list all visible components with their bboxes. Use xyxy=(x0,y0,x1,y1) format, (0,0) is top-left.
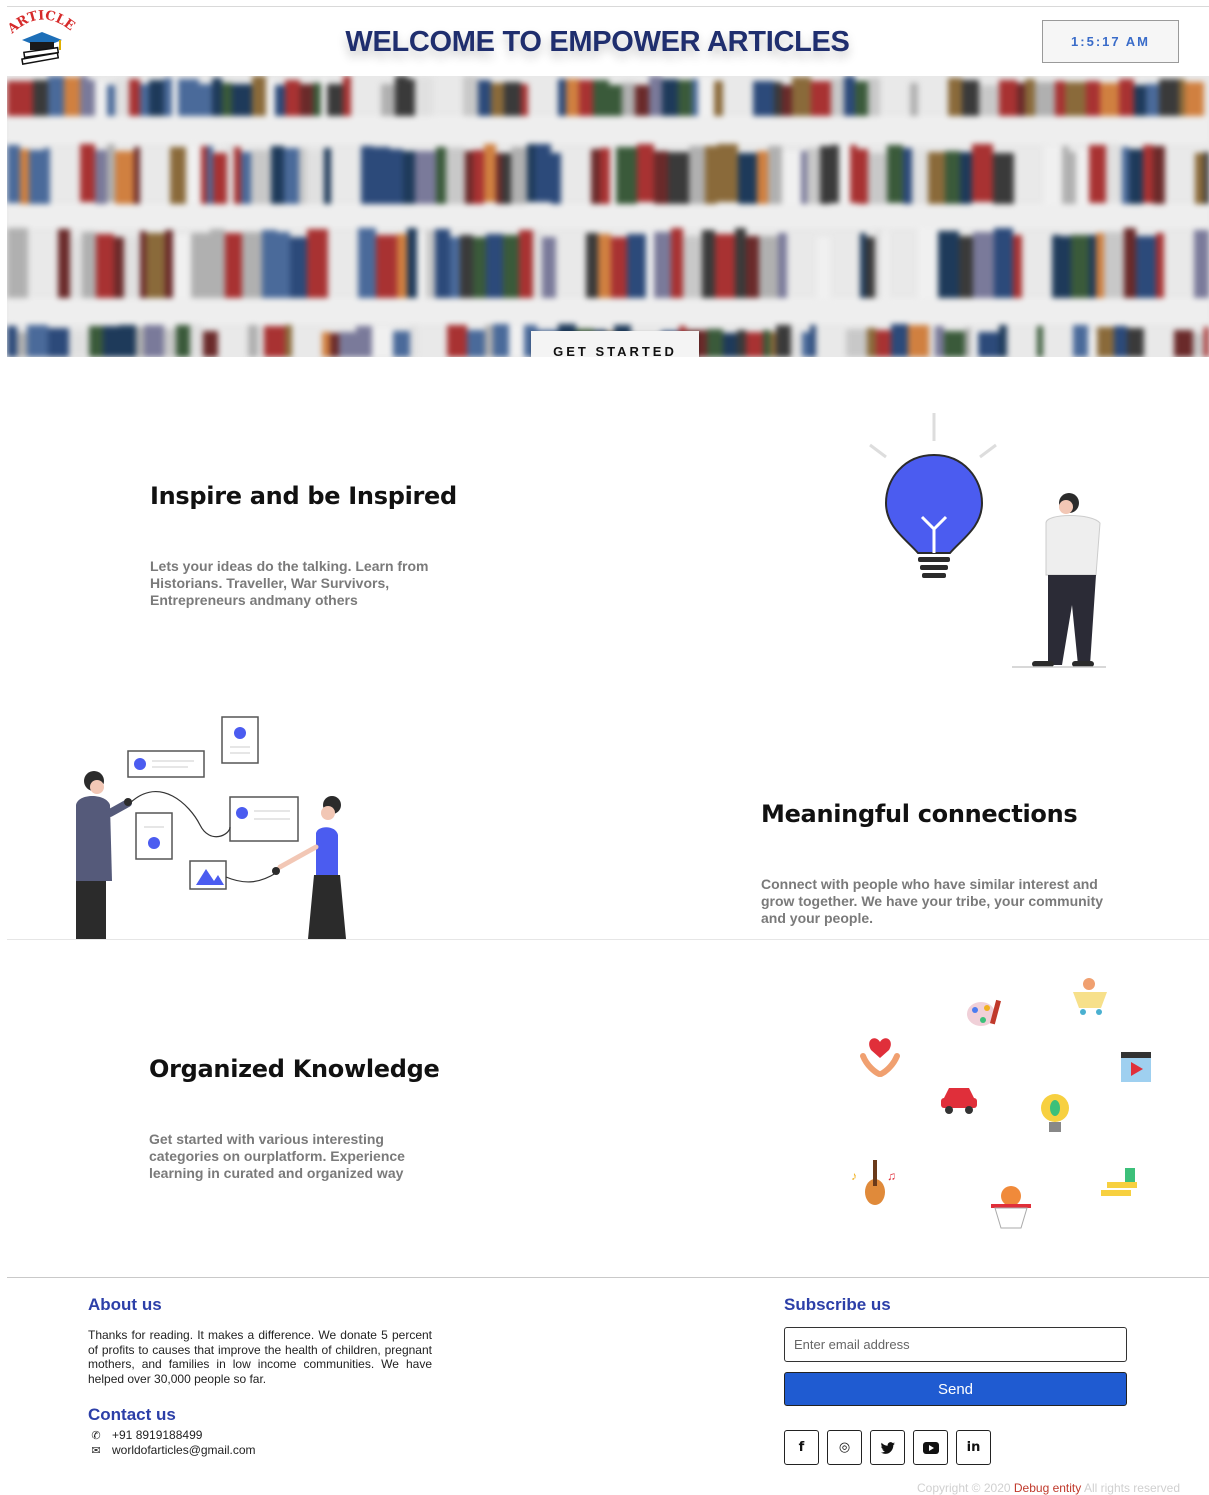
basketball-hoop-icon xyxy=(991,1186,1031,1229)
clock-display: 1:5:17 AM xyxy=(1042,20,1179,63)
facebook-icon[interactable]: f xyxy=(784,1430,819,1465)
money-stack-icon xyxy=(1101,1168,1137,1196)
page: ARTICLE WELCOME TO EMPOWER ARTICLES 1:5:… xyxy=(0,0,1209,1495)
shopping-cart-icon xyxy=(1073,978,1107,1015)
get-started-button[interactable]: GET STARTED xyxy=(531,331,699,357)
send-button[interactable]: Send xyxy=(784,1372,1127,1406)
idea-bulb-icon xyxy=(1041,1094,1069,1132)
subscribe-heading: Subscribe us xyxy=(784,1295,891,1314)
hero-banner: GET STARTED xyxy=(7,76,1209,357)
categories-icons-illustration: ♪ ♫ xyxy=(845,970,1165,1235)
feature-title-inspire: Inspire and be Inspired xyxy=(150,482,457,510)
svg-text:♫: ♫ xyxy=(887,1169,896,1183)
feature-text-knowledge: Get started with various interesting cat… xyxy=(149,1131,405,1181)
video-clapper-icon xyxy=(1121,1052,1151,1082)
feature-text-connections: Connect with people who have similar int… xyxy=(761,876,1104,926)
svg-text:♪: ♪ xyxy=(851,1169,857,1183)
contact-heading: Contact us xyxy=(88,1405,176,1424)
guitar-icon: ♪ ♫ xyxy=(851,1160,896,1205)
about-heading: About us xyxy=(88,1295,162,1314)
copyright-suffix: All rights reserved xyxy=(1081,1481,1180,1495)
top-rule xyxy=(7,6,1209,7)
linkedin-icon[interactable]: in xyxy=(956,1430,991,1465)
copyright: Copyright © 2020 Debug entity All rights… xyxy=(760,1481,1180,1495)
heart-hands-icon xyxy=(860,1038,900,1077)
twitter-icon[interactable] xyxy=(870,1430,905,1465)
contact-phone-text: +91 8919188499 xyxy=(112,1428,203,1442)
site-title: WELCOME TO EMPOWER ARTICLES xyxy=(345,26,850,58)
envelope-icon: ✉ xyxy=(91,1444,101,1457)
about-text: Thanks for reading. It makes a differenc… xyxy=(88,1328,432,1386)
palette-icon xyxy=(967,999,1002,1026)
logo[interactable]: ARTICLE xyxy=(4,8,77,68)
copyright-brand-link[interactable]: Debug entity xyxy=(1014,1481,1081,1495)
subscribe-email-input[interactable] xyxy=(784,1327,1127,1362)
instagram-icon[interactable]: ◎ xyxy=(827,1430,862,1465)
section-divider xyxy=(7,939,1209,940)
social-links: f ◎ in xyxy=(784,1430,991,1465)
footer-divider xyxy=(7,1277,1209,1278)
bookshelf-background xyxy=(7,76,1209,357)
contact-email-text: worldofarticles@gmail.com xyxy=(112,1443,256,1457)
contact-phone[interactable]: ✆ +91 8919188499 xyxy=(88,1428,202,1442)
youtube-icon[interactable] xyxy=(913,1430,948,1465)
contact-email[interactable]: ✉ worldofarticles@gmail.com xyxy=(88,1443,256,1457)
copyright-prefix: Copyright © 2020 xyxy=(916,1481,1014,1495)
feature-title-connections: Meaningful connections xyxy=(761,800,1078,828)
people-connecting-illustration xyxy=(70,715,360,940)
feature-title-knowledge: Organized Knowledge xyxy=(149,1055,440,1083)
feature-text-inspire: Lets your ideas do the talking. Learn fr… xyxy=(150,558,429,608)
lightbulb-person-illustration xyxy=(860,405,1120,675)
phone-icon: ✆ xyxy=(91,1429,101,1442)
car-icon xyxy=(941,1088,977,1114)
